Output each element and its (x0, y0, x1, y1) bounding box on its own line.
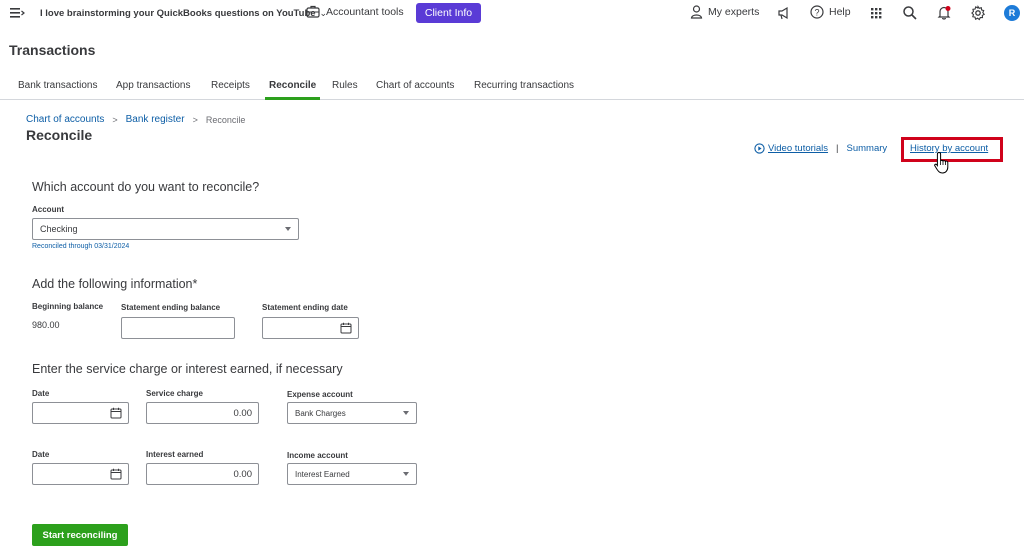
settings-gear-icon[interactable] (970, 5, 986, 21)
start-reconciling-button[interactable]: Start reconciling (32, 524, 128, 546)
interest-date-input[interactable] (32, 463, 129, 485)
help-circle-icon: ? (810, 5, 824, 19)
dropdown-caret-icon (403, 411, 409, 415)
client-info-button[interactable]: Client Info (416, 3, 481, 23)
dropdown-caret-icon (403, 472, 409, 476)
statement-ending-date-label: Statement ending date (262, 303, 348, 312)
hand-pointer-cursor-icon (934, 151, 949, 174)
user-avatar[interactable]: R (1004, 5, 1020, 21)
dropdown-caret-icon (285, 227, 291, 231)
tab-bar: Bank transactions App transactions Recei… (0, 76, 1024, 100)
tab-bank-transactions[interactable]: Bank transactions (18, 80, 98, 100)
company-switcher[interactable]: I love brainstorming your QuickBooks que… (40, 8, 327, 19)
expense-account-value: Bank Charges (295, 409, 346, 418)
person-icon (690, 5, 703, 19)
service-charge-value: 0.00 (233, 408, 253, 419)
service-charge-label: Service charge (146, 389, 203, 398)
video-tutorials-link[interactable]: Video tutorials (754, 143, 828, 154)
briefcase-icon (306, 5, 320, 18)
svg-text:?: ? (814, 8, 819, 18)
help-label: Help (829, 6, 851, 18)
expense-account-select[interactable]: Bank Charges (287, 402, 417, 424)
income-account-label: Income account (287, 451, 348, 460)
account-section-title: Which account do you want to reconcile? (32, 180, 260, 194)
help-button[interactable]: ? Help (810, 5, 851, 19)
hamburger-menu-icon[interactable] (9, 6, 25, 20)
statement-ending-balance-input[interactable] (121, 317, 235, 339)
summary-link[interactable]: Summary (847, 143, 888, 154)
play-circle-icon (754, 143, 765, 154)
service-date-input[interactable] (32, 402, 129, 424)
page-title: Transactions (9, 42, 96, 58)
search-icon[interactable] (902, 5, 918, 21)
help-links: Video tutorials | Summary (754, 143, 887, 154)
account-select[interactable]: Checking (32, 218, 299, 240)
tab-chart-of-accounts[interactable]: Chart of accounts (376, 80, 454, 100)
income-account-select[interactable]: Interest Earned (287, 463, 417, 485)
info-section-title: Add the following information* (32, 277, 198, 291)
tab-rules[interactable]: Rules (332, 80, 358, 100)
interest-earned-label: Interest earned (146, 450, 204, 459)
breadcrumb-separator: > (112, 114, 118, 125)
statement-ending-balance-label: Statement ending balance (121, 303, 221, 312)
tab-receipts[interactable]: Receipts (211, 80, 250, 100)
breadcrumb-bank-register[interactable]: Bank register (126, 114, 185, 125)
notification-bell-icon[interactable] (936, 5, 952, 21)
apps-grid-icon[interactable] (868, 5, 884, 21)
service-section-title: Enter the service charge or interest ear… (32, 362, 343, 376)
service-date-label: Date (32, 389, 50, 398)
beginning-balance-label: Beginning balance (32, 302, 104, 311)
statement-ending-date-input[interactable] (262, 317, 359, 339)
expense-account-label: Expense account (287, 390, 353, 399)
link-separator: | (836, 143, 839, 154)
breadcrumb-chart-of-accounts[interactable]: Chart of accounts (26, 114, 104, 125)
calendar-icon[interactable] (110, 407, 122, 419)
top-bar: I love brainstorming your QuickBooks que… (0, 0, 1024, 28)
video-tutorials-label: Video tutorials (768, 143, 829, 154)
breadcrumb-current: Reconcile (205, 114, 246, 125)
tab-app-transactions[interactable]: App transactions (116, 80, 191, 100)
reconciled-through-note: Reconciled through 03/31/2024 (32, 243, 130, 250)
calendar-icon[interactable] (110, 468, 122, 480)
beginning-balance-value: 980.00 (32, 320, 60, 330)
calendar-icon[interactable] (340, 322, 352, 334)
company-name: I love brainstorming your QuickBooks que… (40, 8, 316, 19)
interest-earned-input[interactable]: 0.00 (146, 463, 259, 485)
reconcile-title: Reconcile (26, 127, 93, 143)
service-charge-input[interactable]: 0.00 (146, 402, 259, 424)
my-experts-label: My experts (708, 6, 760, 18)
income-account-value: Interest Earned (295, 470, 350, 479)
interest-earned-value: 0.00 (233, 469, 253, 480)
breadcrumb: Chart of accounts > Bank register > Reco… (26, 114, 245, 125)
account-label: Account (32, 205, 64, 214)
account-select-value: Checking (40, 224, 78, 234)
my-experts-button[interactable]: My experts (690, 5, 759, 19)
tab-recurring-transactions[interactable]: Recurring transactions (474, 80, 574, 100)
accountant-tools-button[interactable]: Accountant tools (306, 5, 404, 18)
accountant-tools-label: Accountant tools (326, 5, 404, 18)
tab-reconcile[interactable]: Reconcile (264, 80, 321, 100)
megaphone-icon[interactable] (776, 5, 792, 21)
interest-date-label: Date (32, 450, 50, 459)
breadcrumb-separator: > (192, 114, 198, 125)
